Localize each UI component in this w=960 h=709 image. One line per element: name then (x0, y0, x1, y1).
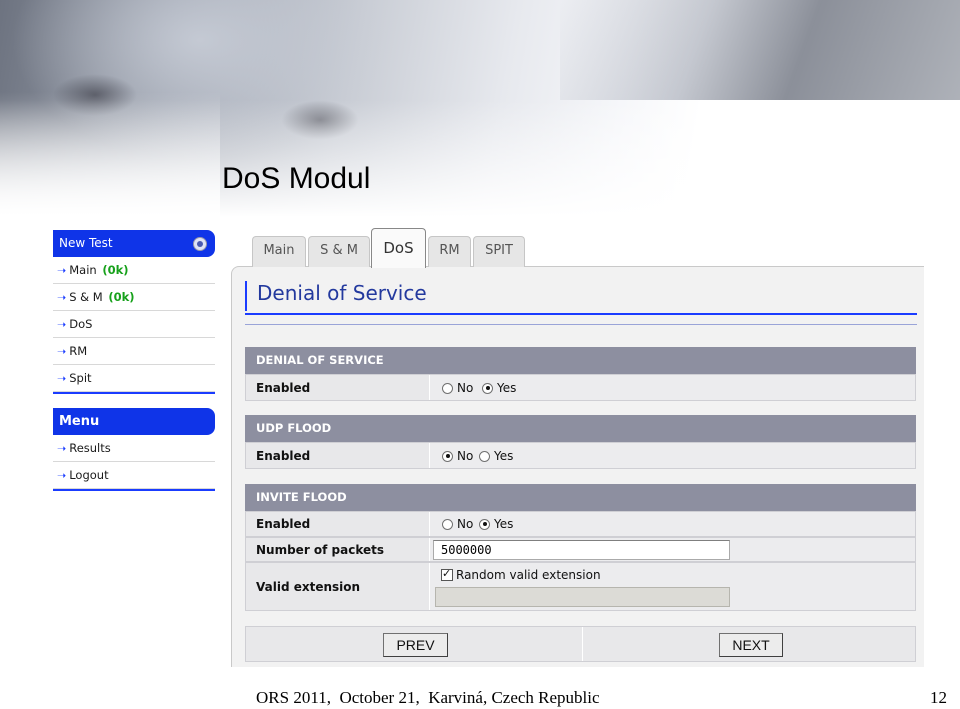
sidebar-new-test-header[interactable]: New Test (53, 230, 215, 257)
sidebar-item-rm[interactable]: ➝ RM (53, 338, 215, 365)
slide-footer: ORS 2011, October 21, Karviná, Czech Rep… (256, 688, 600, 707)
sidebar-menu-header: Menu (53, 408, 215, 435)
radio-button-selected-icon (482, 382, 493, 394)
header-banner-overlay (560, 0, 960, 100)
slide-title: DoS Modul (222, 162, 371, 195)
radio-label: Yes (494, 449, 514, 463)
radio-button-icon (442, 518, 453, 530)
sidebar-item-label: Spit (69, 371, 92, 385)
radio-button-icon (479, 450, 490, 462)
invite-enabled-label: Enabled (256, 517, 311, 531)
invite-packets-label: Number of packets (256, 543, 385, 557)
dos-enabled-yes-radio[interactable]: Yes (482, 381, 516, 395)
collapse-circle-icon[interactable] (193, 237, 207, 251)
sidebar-item-label: RM (69, 344, 88, 358)
sidebar-item-main[interactable]: ➝ Main (0k) (53, 257, 215, 284)
section-header-udp: UDP FLOOD (245, 415, 916, 442)
sidebar-item-label: Main (69, 263, 97, 277)
udp-enabled-yes-radio[interactable]: Yes (479, 449, 513, 463)
valid-extension-label: Valid extension (256, 580, 361, 594)
dos-enabled-no-radio[interactable]: No (442, 381, 473, 395)
prev-button[interactable]: PREV (383, 633, 448, 657)
radio-label: No (457, 449, 474, 463)
header-banner-left-fade (0, 0, 220, 230)
sidebar-item-spit[interactable]: ➝ Spit (53, 365, 215, 392)
row-divider (429, 443, 430, 468)
row-divider (429, 375, 430, 400)
sidebar-item-label: DoS (69, 317, 93, 331)
status-ok-badge: (0k) (102, 263, 129, 277)
radio-label: Yes (497, 381, 517, 395)
row-divider (429, 512, 430, 536)
radio-label: No (457, 517, 474, 531)
section-header-dos: DENIAL OF SERVICE (245, 347, 916, 374)
row-divider (429, 538, 430, 561)
arrow-right-icon: ➝ (57, 345, 67, 358)
heading-accent-bar (245, 281, 247, 311)
arrow-right-icon: ➝ (57, 291, 67, 304)
radio-button-selected-icon (479, 518, 490, 530)
invite-enabled-yes-radio[interactable]: Yes (479, 517, 513, 531)
invite-enabled-row: Enabled No Yes (245, 511, 916, 537)
sidebar-item-results[interactable]: ➝ Results (53, 435, 215, 462)
page-title: Denial of Service (257, 281, 427, 305)
sidebar-item-dos[interactable]: ➝ DoS (53, 311, 215, 338)
slide-page-number: 12 (930, 688, 947, 707)
tab-main[interactable]: Main (252, 236, 306, 267)
udp-enabled-row: Enabled No Yes (245, 442, 916, 469)
extension-input-disabled (435, 587, 730, 607)
invite-packets-row: Number of packets 5000000 (245, 537, 916, 562)
tab-spit[interactable]: SPIT (473, 236, 525, 267)
dos-enabled-row: Enabled No Yes (245, 374, 916, 401)
sidebar-new-test-label: New Test (59, 236, 113, 250)
sidebar-divider (53, 489, 215, 491)
section-header-invite: INVITE FLOOD (245, 484, 916, 511)
udp-enabled-no-radio[interactable]: No (442, 449, 473, 463)
navigation-button-bar: PREV NEXT (245, 626, 916, 662)
random-valid-extension-label: Random valid extension (456, 568, 601, 582)
tab-dos[interactable]: DoS (371, 228, 426, 268)
sidebar-item-logout[interactable]: ➝ Logout (53, 462, 215, 489)
arrow-right-icon: ➝ (57, 372, 67, 385)
radio-button-selected-icon (442, 450, 453, 462)
sidebar-menu-label: Menu (59, 414, 100, 429)
tab-s-and-m[interactable]: S & M (308, 236, 370, 267)
radio-label: Yes (494, 517, 514, 531)
packets-input[interactable]: 5000000 (433, 540, 730, 560)
sidebar: New Test ➝ Main (0k) ➝ S & M (0k) ➝ DoS ➝ RM… (53, 230, 215, 491)
arrow-right-icon: ➝ (57, 469, 67, 482)
radio-button-icon (442, 382, 453, 394)
udp-enabled-label: Enabled (256, 449, 311, 463)
page-heading: Denial of Service (245, 278, 917, 313)
sidebar-item-s-and-m[interactable]: ➝ S & M (0k) (53, 284, 215, 311)
arrow-right-icon: ➝ (57, 442, 67, 455)
sidebar-item-label: Results (69, 441, 111, 455)
sidebar-item-label: S & M (69, 290, 103, 304)
sidebar-item-label: Logout (69, 468, 109, 482)
heading-rule (245, 313, 917, 315)
status-ok-badge: (0k) (108, 290, 135, 304)
tab-rm[interactable]: RM (428, 236, 471, 267)
invite-valid-extension-row: Valid extension Random valid extension (245, 562, 916, 611)
arrow-right-icon: ➝ (57, 264, 67, 277)
dos-enabled-label: Enabled (256, 381, 311, 395)
row-divider (429, 563, 430, 610)
arrow-right-icon: ➝ (57, 318, 67, 331)
next-button[interactable]: NEXT (719, 633, 783, 657)
button-bar-divider (582, 627, 583, 661)
heading-rule-thin (245, 324, 917, 325)
invite-enabled-no-radio[interactable]: No (442, 517, 473, 531)
radio-label: No (457, 381, 474, 395)
random-valid-extension-checkbox[interactable] (441, 567, 453, 581)
